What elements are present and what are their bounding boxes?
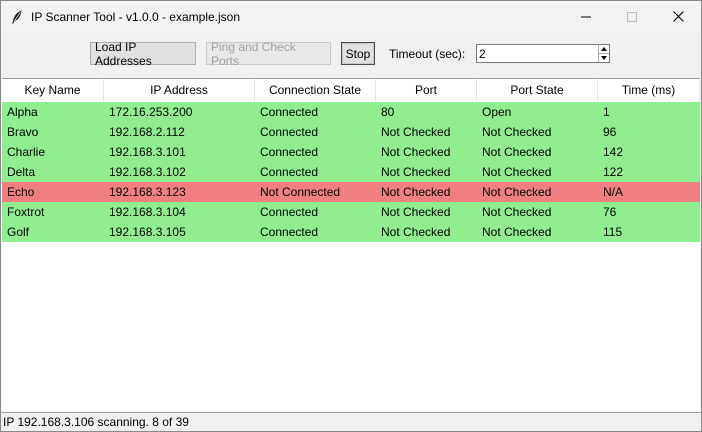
column-header-key-name[interactable]: Key Name	[2, 79, 104, 101]
status-bar: IP 192.168.3.106 scanning. 8 of 39	[1, 412, 701, 431]
ip-address-cell: 192.168.2.112	[109, 125, 185, 139]
key-name-cell: Charlie	[7, 145, 46, 159]
port-cell: Not Checked	[381, 125, 451, 139]
window-title: IP Scanner Tool - v1.0.0 - example.json	[31, 9, 241, 24]
time-cell: 1	[603, 105, 610, 119]
port-state-cell: Not Checked	[482, 145, 552, 159]
timeout-label: Timeout (sec):	[389, 47, 466, 61]
port-state-cell: Not Checked	[482, 185, 552, 199]
connection-state-cell: Connected	[260, 105, 319, 119]
close-icon	[672, 11, 684, 22]
time-cell: 122	[603, 165, 624, 179]
minimize-icon	[581, 16, 591, 17]
table-row[interactable]: Delta 192.168.3.102 Connected Not Checked No…	[2, 162, 700, 182]
time-cell: 142	[603, 145, 624, 159]
port-cell: Not Checked	[381, 205, 451, 219]
column-header-ip-address[interactable]: IP Address	[104, 79, 255, 101]
window-controls	[563, 1, 701, 32]
toolbar: Load IP Addresses Ping and Check Ports S…	[1, 32, 701, 77]
connection-state-cell: Connected	[260, 165, 319, 179]
time-cell: N/A	[603, 185, 624, 199]
feather-icon	[9, 9, 25, 25]
table-row[interactable]: Charlie 192.168.3.101 Connected Not Checked…	[2, 142, 700, 162]
column-header-port-state[interactable]: Port State	[477, 79, 598, 101]
port-cell: 80	[381, 105, 395, 119]
maximize-icon	[627, 11, 637, 22]
port-cell: Not Checked	[381, 165, 451, 179]
ping-and-check-ports-button[interactable]: Ping and Check Ports	[206, 40, 331, 68]
key-name-cell: Foxtrot	[7, 205, 45, 219]
port-state-cell: Not Checked	[482, 125, 552, 139]
port-cell: Not Checked	[381, 145, 451, 159]
app-window: IP Scanner Tool - v1.0.0 - example.json …	[0, 0, 702, 432]
column-header-port[interactable]: Port	[376, 79, 477, 101]
spin-arrows	[598, 45, 609, 62]
ip-address-cell: 192.168.3.101	[109, 145, 186, 159]
spin-up-button[interactable]	[599, 45, 609, 53]
table-header: Key Name IP Address Connection State Por…	[2, 79, 700, 101]
table-row[interactable]: Foxtrot 192.168.3.104 Connected Not Checked…	[2, 202, 700, 222]
port-state-cell: Not Checked	[482, 205, 552, 219]
title-bar[interactable]: IP Scanner Tool - v1.0.0 - example.json	[1, 1, 701, 32]
load-ip-addresses-button[interactable]: Load IP Addresses	[90, 40, 196, 68]
table-row[interactable]: Alpha 172.16.253.200 Connected 80 Open 1	[2, 102, 700, 122]
connection-state-cell: Connected	[260, 225, 319, 239]
time-cell: 115	[603, 225, 623, 239]
close-button[interactable]	[655, 1, 701, 32]
key-name-cell: Alpha	[7, 105, 38, 119]
timeout-spinbox[interactable]	[476, 44, 610, 63]
results-table[interactable]: Key Name IP Address Connection State Por…	[2, 78, 700, 413]
maximize-button[interactable]	[609, 1, 655, 32]
column-header-time[interactable]: Time (ms)	[598, 79, 700, 101]
key-name-cell: Bravo	[7, 125, 39, 139]
connection-state-cell: Connected	[260, 125, 319, 139]
connection-state-cell: Connected	[260, 145, 319, 159]
connection-state-cell: Connected	[260, 205, 319, 219]
table-row[interactable]: Echo 192.168.3.123 Not Connected Not Checke…	[2, 182, 700, 202]
stop-button[interactable]: Stop	[341, 42, 375, 65]
port-cell: Not Checked	[381, 225, 451, 239]
status-text: IP 192.168.3.106 scanning. 8 of 39	[3, 415, 189, 429]
ip-address-cell: 192.168.3.102	[109, 165, 186, 179]
port-state-cell: Open	[482, 105, 512, 119]
key-name-cell: Echo	[7, 185, 35, 199]
arrow-up-icon	[601, 47, 607, 51]
timeout-input[interactable]	[479, 46, 597, 61]
ip-address-cell: 192.168.3.105	[109, 225, 186, 239]
time-cell: 76	[603, 205, 617, 219]
table-row[interactable]: Bravo 192.168.2.112 Connected Not Checked No…	[2, 122, 700, 142]
connection-state-cell: Not Connected	[260, 185, 341, 199]
column-header-connection-state[interactable]: Connection State	[255, 79, 376, 101]
ip-address-cell: 172.16.253.200	[109, 105, 193, 119]
minimize-button[interactable]	[563, 1, 609, 32]
ip-address-cell: 192.168.3.123	[109, 185, 186, 199]
port-cell: Not Checked	[381, 185, 451, 199]
table-body: Alpha 172.16.253.200 Connected 80 Open 1 Bravo…	[2, 102, 700, 242]
key-name-cell: Delta	[7, 165, 36, 179]
port-state-cell: Not Checked	[482, 225, 552, 239]
key-name-cell: Golf	[7, 225, 30, 239]
port-state-cell: Not Checked	[482, 165, 552, 179]
ip-address-cell: 192.168.3.104	[109, 205, 186, 219]
arrow-down-icon	[601, 56, 607, 60]
time-cell: 96	[603, 125, 617, 139]
spin-down-button[interactable]	[599, 53, 609, 62]
table-row[interactable]: Golf 192.168.3.105 Connected Not Checked Not…	[2, 222, 700, 242]
